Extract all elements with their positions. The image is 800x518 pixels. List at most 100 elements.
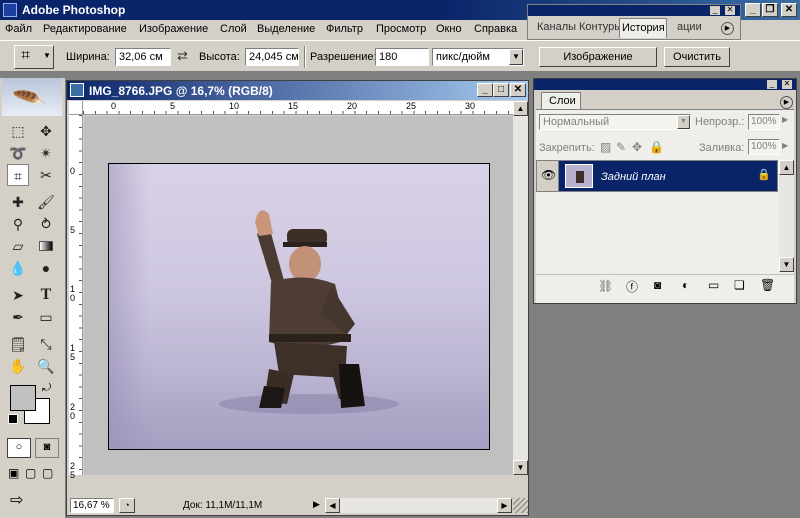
magic-wand-tool-icon[interactable]: ✴ bbox=[35, 142, 57, 164]
gradient-tool-icon[interactable] bbox=[35, 235, 57, 257]
status-menu-arrow-icon[interactable]: ▶ bbox=[313, 499, 320, 510]
new-layer-icon[interactable]: ❏ bbox=[734, 278, 745, 292]
vertical-ruler[interactable]: 0 5 1 0 1 5 2 0 2 5 bbox=[69, 115, 83, 480]
healing-brush-tool-icon[interactable]: ✚ bbox=[7, 191, 29, 213]
lock-move-icon[interactable]: ✥ bbox=[632, 140, 642, 154]
menu-view[interactable]: Просмотр bbox=[376, 23, 426, 35]
foreground-color-swatch[interactable] bbox=[10, 385, 36, 411]
tool-preset-picker[interactable]: ⌗ ▼ bbox=[14, 45, 54, 69]
tab-actions[interactable]: ации bbox=[677, 21, 702, 33]
move-tool-icon[interactable]: ✥ bbox=[35, 120, 57, 142]
marquee-tool-icon[interactable]: ⬚ bbox=[7, 120, 29, 142]
status-info-icon[interactable]: ◔ bbox=[119, 498, 135, 513]
path-selection-tool-icon[interactable]: ➤ bbox=[7, 284, 29, 306]
scroll-down-button[interactable]: ▼ bbox=[513, 460, 528, 475]
layers-scroll-up-button[interactable]: ▲ bbox=[779, 160, 794, 175]
jump-to-imageready-icon[interactable]: ⇨ bbox=[10, 490, 23, 510]
layer-row[interactable]: 👁 Задний план 🔒 bbox=[536, 160, 778, 192]
menu-file[interactable]: Файл bbox=[5, 23, 32, 35]
scroll-right-button[interactable]: ▶ bbox=[497, 498, 512, 513]
tab-channels[interactable]: Каналы bbox=[537, 21, 576, 33]
lock-transparency-icon[interactable]: ▨ bbox=[600, 140, 611, 154]
resolution-units-select[interactable]: пикс/дюйм ▼ bbox=[432, 48, 524, 66]
zoom-field[interactable] bbox=[70, 498, 114, 513]
screen-mode-full-menu-icon[interactable]: ▢ bbox=[25, 466, 36, 480]
clear-button[interactable]: Очистить bbox=[664, 47, 730, 67]
screen-mode-standard-icon[interactable]: ▣ bbox=[8, 466, 19, 480]
history-brush-tool-icon[interactable]: ⥁ bbox=[35, 213, 57, 235]
layer-visibility-toggle[interactable]: 👁 bbox=[537, 161, 559, 191]
hand-tool-icon[interactable]: ✋ bbox=[7, 355, 29, 377]
tab-history[interactable]: История bbox=[619, 18, 667, 38]
scroll-up-button[interactable]: ▲ bbox=[513, 101, 528, 116]
resize-grip[interactable] bbox=[513, 498, 528, 513]
palette-minimize-button[interactable]: _ bbox=[710, 6, 720, 15]
tab-paths[interactable]: Контуры bbox=[579, 21, 622, 33]
link-layers-icon[interactable]: ⛓ bbox=[598, 279, 613, 293]
clone-stamp-tool-icon[interactable]: ⚲ bbox=[7, 213, 29, 235]
adjustment-layer-icon[interactable]: ◐ bbox=[682, 278, 689, 292]
layer-style-icon[interactable]: ⓕ bbox=[626, 278, 638, 295]
fill-field[interactable]: 100% bbox=[748, 139, 780, 155]
horizontal-scrollbar[interactable]: ◀ ▶ bbox=[325, 498, 512, 513]
scroll-left-button[interactable]: ◀ bbox=[325, 498, 340, 513]
notes-tool-icon[interactable]: 🗒 bbox=[7, 333, 29, 355]
add-mask-icon[interactable]: ◙ bbox=[654, 278, 661, 292]
fill-arrow-icon[interactable]: ▶ bbox=[782, 141, 788, 150]
vertical-scrollbar[interactable]: ▲ ▼ bbox=[513, 101, 528, 475]
app-minimize-button[interactable]: _ bbox=[745, 3, 761, 17]
menu-window[interactable]: Окно bbox=[436, 23, 462, 35]
doc-minimize-button[interactable]: _ bbox=[477, 83, 493, 97]
canvas-area[interactable] bbox=[84, 116, 513, 475]
width-field[interactable] bbox=[115, 48, 171, 66]
app-close-button[interactable]: ✕ bbox=[781, 3, 797, 17]
default-colors-icon[interactable] bbox=[8, 414, 18, 424]
app-restore-button[interactable]: ❐ bbox=[762, 3, 778, 17]
blend-mode-select[interactable]: Нормальный ▼ bbox=[539, 114, 691, 130]
eraser-tool-icon[interactable]: ▱ bbox=[7, 235, 29, 257]
doc-maximize-button[interactable]: □ bbox=[493, 83, 509, 97]
brush-tool-icon[interactable]: 🖌 bbox=[35, 191, 57, 213]
quick-mask-mode-button[interactable]: ◙ bbox=[35, 438, 59, 458]
new-group-icon[interactable]: ▭ bbox=[708, 278, 719, 292]
blur-tool-icon[interactable]: 💧 bbox=[7, 257, 29, 279]
opacity-arrow-icon[interactable]: ▶ bbox=[782, 115, 788, 124]
layers-minimize-button[interactable]: _ bbox=[767, 80, 777, 89]
swap-dimensions-icon[interactable]: ⇄ bbox=[177, 48, 188, 64]
palette-close-button[interactable]: ✕ bbox=[725, 6, 735, 15]
screen-mode-full-icon[interactable]: ▢ bbox=[42, 466, 53, 480]
image-canvas[interactable] bbox=[108, 163, 490, 450]
menu-edit[interactable]: Редактирование bbox=[43, 23, 127, 35]
menu-filter[interactable]: Фильтр bbox=[326, 23, 363, 35]
menu-layer[interactable]: Слой bbox=[220, 23, 247, 35]
palette-menu-icon[interactable]: ▶ bbox=[721, 22, 734, 35]
layers-scrollbar[interactable]: ▲ ▼ bbox=[779, 160, 794, 272]
dodge-tool-icon[interactable]: ● bbox=[35, 257, 57, 279]
shape-tool-icon[interactable]: ▭ bbox=[35, 306, 57, 328]
pen-tool-icon[interactable]: ✒ bbox=[7, 306, 29, 328]
type-tool-icon[interactable]: T bbox=[35, 284, 57, 306]
layers-scroll-down-button[interactable]: ▼ bbox=[779, 257, 794, 272]
layers-menu-icon[interactable]: ▶ bbox=[780, 96, 793, 109]
swap-colors-icon[interactable]: ⤾ bbox=[42, 382, 51, 395]
lock-all-icon[interactable]: 🔒 bbox=[649, 140, 664, 154]
slice-tool-icon[interactable]: ✂ bbox=[35, 164, 57, 186]
delete-layer-icon[interactable]: 🗑 bbox=[760, 278, 775, 292]
horizontal-ruler[interactable]: 0 5 10 15 20 25 30 bbox=[83, 101, 513, 115]
opacity-field[interactable]: 100% bbox=[748, 114, 780, 130]
front-image-button[interactable]: Изображение bbox=[539, 47, 657, 67]
menu-image[interactable]: Изображение bbox=[139, 23, 208, 35]
standard-mode-button[interactable]: ○ bbox=[7, 438, 31, 458]
zoom-tool-icon[interactable]: 🔍 bbox=[35, 355, 57, 377]
lasso-tool-icon[interactable]: ➰ bbox=[7, 142, 29, 164]
eyedropper-tool-icon[interactable]: ⤡ bbox=[35, 333, 57, 355]
menu-help[interactable]: Справка bbox=[474, 23, 517, 35]
height-field[interactable] bbox=[245, 48, 299, 66]
resolution-field[interactable] bbox=[375, 48, 429, 66]
layers-close-button[interactable]: ✕ bbox=[782, 80, 792, 89]
tab-layers[interactable]: Слои bbox=[541, 92, 581, 110]
menu-select[interactable]: Выделение bbox=[257, 23, 315, 35]
lock-brush-icon[interactable]: ✎ bbox=[616, 140, 626, 154]
crop-tool-icon[interactable]: ⌗ bbox=[7, 164, 29, 186]
doc-close-button[interactable]: ✕ bbox=[510, 83, 526, 97]
